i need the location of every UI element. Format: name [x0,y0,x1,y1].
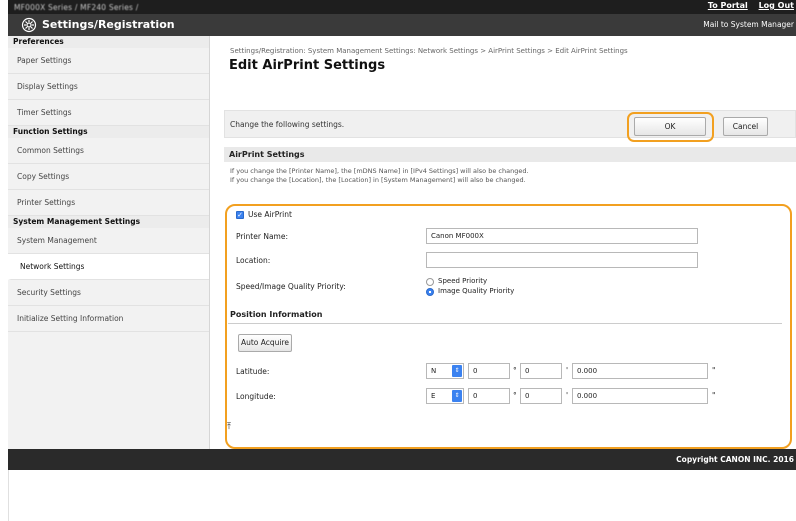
sidebar-item-security-settings[interactable]: Security Settings [8,280,209,306]
mail-to-system-manager-link[interactable]: Mail to System Manager [703,20,794,29]
longitude-deg-symbol: ° [513,391,517,400]
sidebar-item-system-management[interactable]: System Management [8,228,209,254]
image-quality-priority-label: Image Quality Priority [438,287,515,295]
note-line-1: If you change the [Printer Name], the [m… [230,167,529,175]
sidebar-item-network-settings[interactable]: Network Settings [8,254,209,280]
longitude-seconds-input[interactable]: 0.000 [572,388,708,404]
priority-label: Speed/Image Quality Priority: [236,282,346,291]
auto-acquire-button[interactable]: Auto Acquire [238,334,292,352]
sidebar-item-common-settings[interactable]: Common Settings [8,138,209,164]
logout-link[interactable]: Log Out [759,1,794,10]
main-content: Settings/Registration: System Management… [210,36,796,449]
section-title-airprint: AirPrint Settings [224,147,796,162]
settings-gear-icon [21,17,37,33]
top-links: To Portal Log Out [700,1,794,10]
back-to-top-icon[interactable]: ⤒ [227,422,231,432]
page-title: Edit AirPrint Settings [229,58,386,73]
ok-button[interactable]: OK [634,117,706,136]
printer-name-label: Printer Name: [236,232,288,241]
position-information-heading: Position Information [228,310,782,324]
location-label: Location: [236,256,271,265]
speed-priority-label: Speed Priority [438,277,488,285]
longitude-min-symbol: ' [566,391,569,400]
sidebar-item-timer-settings[interactable]: Timer Settings [8,100,209,126]
speed-priority-radio[interactable] [426,278,434,286]
longitude-minutes-input[interactable]: 0 [520,388,562,404]
longitude-direction-value: E [431,392,436,400]
latitude-label: Latitude: [236,367,270,376]
latitude-minutes-input[interactable]: 0 [520,363,562,379]
note-line-2: If you change the [Location], the [Locat… [230,176,526,184]
printer-name-input[interactable]: Canon MF000X [426,228,698,244]
sidebar-group-preferences: Preferences [8,36,209,48]
sidebar: Preferences Paper Settings Display Setti… [8,36,210,449]
sidebar-group-function-settings: Function Settings [8,126,209,138]
instruction-text: Change the following settings. [230,120,345,129]
use-airprint-label: Use AirPrint [248,210,292,219]
sidebar-group-system-management-settings: System Management Settings [8,216,209,228]
footer: Copyright CANON INC. 2016 [8,449,796,470]
sidebar-item-paper-settings[interactable]: Paper Settings [8,48,209,74]
use-airprint-checkbox[interactable]: ✓ [236,211,244,219]
copyright-text: Copyright CANON INC. 2016 [676,455,794,464]
image-quality-priority-radio[interactable] [426,288,434,296]
breadcrumb: Settings/Registration: System Management… [230,47,628,55]
top-bar: MF000X Series / MF240 Series / To Portal… [8,0,796,14]
sidebar-item-initialize-setting-information[interactable]: Initialize Setting Information [8,306,209,332]
latitude-direction-select[interactable]: N ⇕ [426,363,464,379]
latitude-seconds-input[interactable]: 0.000 [572,363,708,379]
sidebar-item-display-settings[interactable]: Display Settings [8,74,209,100]
longitude-degrees-input[interactable]: 0 [468,388,510,404]
sidebar-item-copy-settings[interactable]: Copy Settings [8,164,209,190]
page-header-title: Settings/Registration [42,18,175,31]
latitude-direction-value: N [431,367,437,375]
longitude-sec-symbol: " [712,391,716,400]
to-portal-link[interactable]: To Portal [708,1,748,10]
location-input[interactable] [426,252,698,268]
cancel-button[interactable]: Cancel [723,117,768,136]
title-bar: Settings/Registration Mail to System Man… [8,14,796,36]
settings-note: If you change the [Printer Name], the [m… [230,167,529,185]
longitude-direction-select[interactable]: E ⇕ [426,388,464,404]
device-breadcrumb: MF000X Series / MF240 Series / [14,3,139,12]
latitude-deg-symbol: ° [513,366,517,375]
latitude-sec-symbol: " [712,366,716,375]
longitude-label: Longitude: [236,392,276,401]
sidebar-item-printer-settings[interactable]: Printer Settings [8,190,209,216]
latitude-min-symbol: ' [566,366,569,375]
latitude-degrees-input[interactable]: 0 [468,363,510,379]
select-arrow-icon: ⇕ [452,365,462,377]
blank-area [8,470,796,521]
select-arrow-icon: ⇕ [452,390,462,402]
